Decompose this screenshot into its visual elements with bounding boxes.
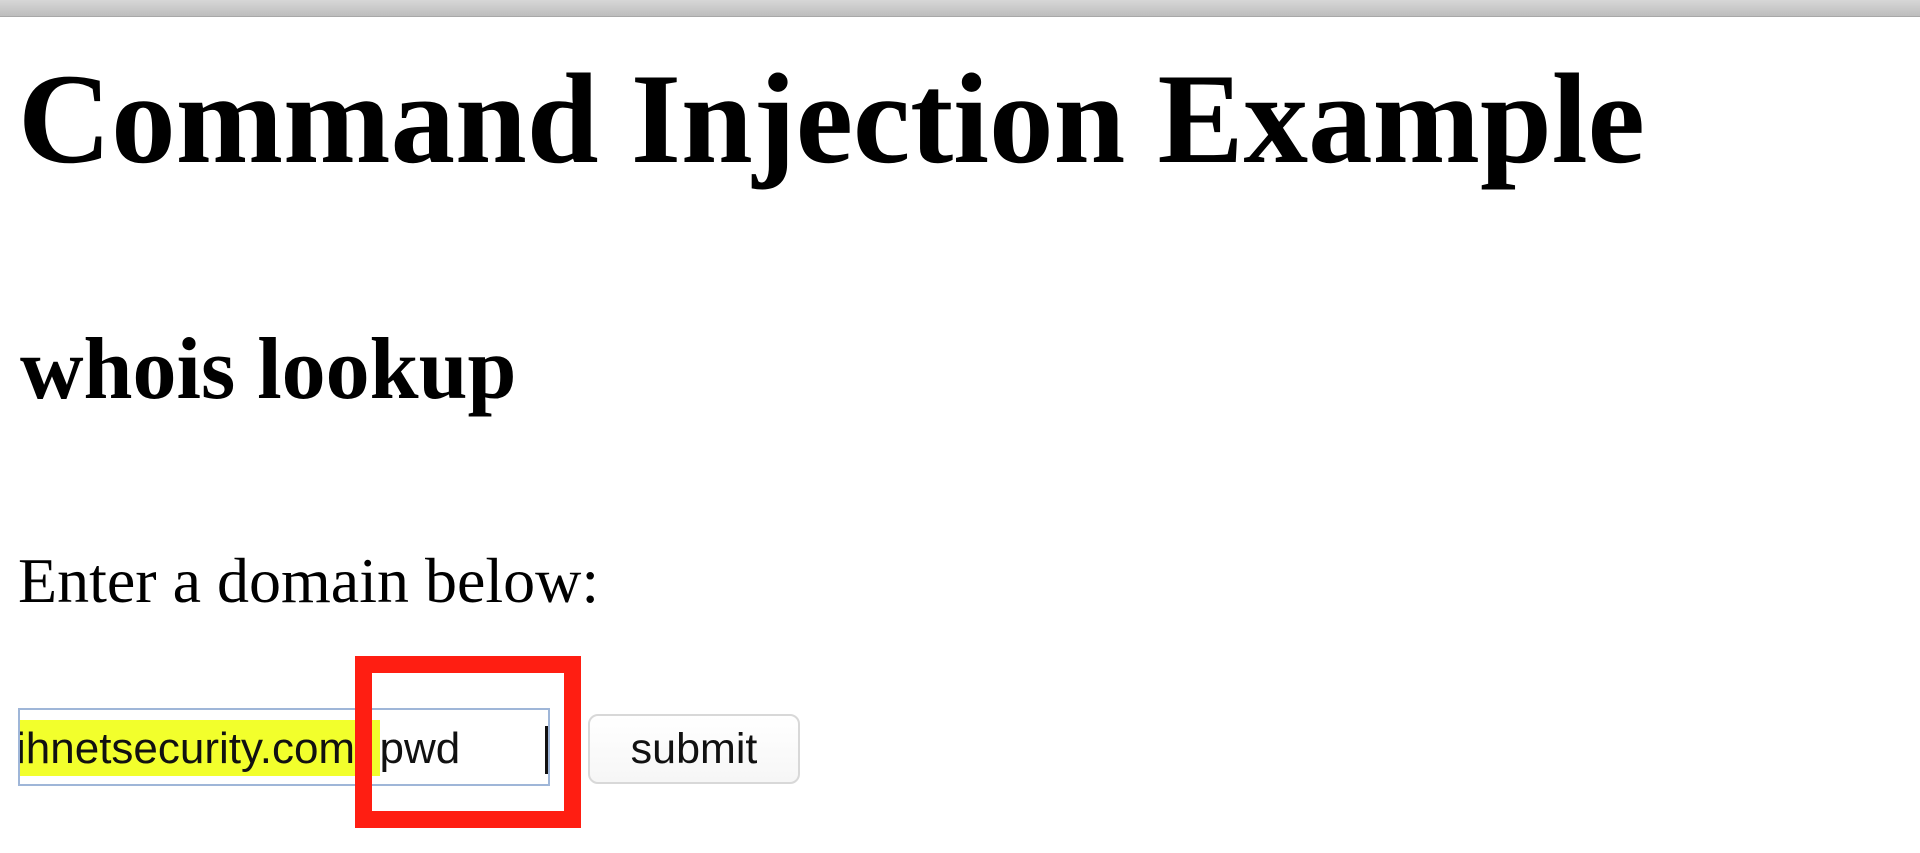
- red-annotation-box: [355, 656, 581, 828]
- section-title: whois lookup: [20, 321, 517, 418]
- command-injection-page: Command Injection Example whois lookup E…: [0, 0, 1920, 853]
- domain-prompt: Enter a domain below:: [18, 545, 600, 616]
- browser-top-bar: [0, 0, 1920, 17]
- page-title: Command Injection Example: [18, 47, 1645, 190]
- submit-button[interactable]: submit: [588, 714, 800, 784]
